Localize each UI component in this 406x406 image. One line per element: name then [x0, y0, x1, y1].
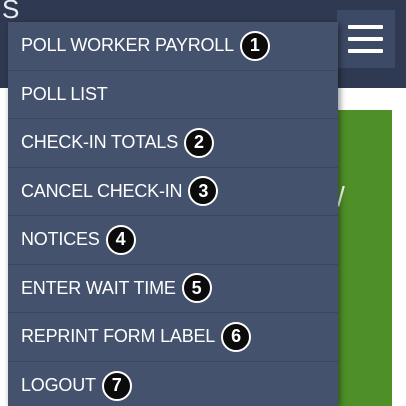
menu-item-logout[interactable]: LOGOUT 7 [8, 362, 338, 406]
menu-item-check-in-totals[interactable]: CHECK-IN TOTALS 2 [8, 119, 338, 168]
menu-item-cancel-check-in[interactable]: CANCEL CHECK-IN 3 [8, 168, 338, 216]
menu-item-poll-worker-payroll[interactable]: POLL WORKER PAYROLL 1 [8, 22, 338, 71]
menu-item-label: NOTICES [21, 229, 100, 250]
menu-item-label: CANCEL CHECK-IN [21, 180, 183, 201]
menu-item-enter-wait-time[interactable]: ENTER WAIT TIME 5 [8, 265, 338, 313]
step-badge: 1 [239, 30, 270, 61]
menu-item-notices[interactable]: NOTICES 4 [8, 216, 338, 265]
content-card-text: / [337, 181, 345, 212]
menu-item-label: POLL WORKER PAYROLL [21, 35, 234, 56]
menu-item-label: LOGOUT [21, 375, 96, 396]
app-title-fragment: S [2, 0, 20, 24]
menu-item-label: CHECK-IN TOTALS [21, 132, 179, 153]
menu-list: POLL WORKER PAYROLL 1 POLL LIST CHECK-IN… [8, 22, 338, 406]
step-badge: 6 [221, 321, 252, 352]
menu-item-label: ENTER WAIT TIME [21, 277, 176, 298]
menu-item-label: POLL LIST [21, 83, 108, 104]
step-badge: 4 [105, 224, 136, 255]
step-badge: 7 [101, 370, 132, 401]
hamburger-menu-button[interactable] [337, 10, 395, 68]
step-badge: 3 [188, 176, 219, 207]
step-badge: 5 [181, 273, 212, 304]
menu-item-poll-list[interactable]: POLL LIST [8, 71, 338, 119]
screen: S / POLL WORKER PAYROLL 1 POLL LIST CHEC… [0, 0, 406, 406]
menu-item-label: REPRINT FORM LABEL [21, 326, 216, 347]
menu-item-reprint-form-label[interactable]: REPRINT FORM LABEL 6 [8, 313, 338, 362]
step-badge: 2 [184, 127, 215, 158]
dropdown-menu: POLL WORKER PAYROLL 1 POLL LIST CHECK-IN… [8, 22, 338, 406]
